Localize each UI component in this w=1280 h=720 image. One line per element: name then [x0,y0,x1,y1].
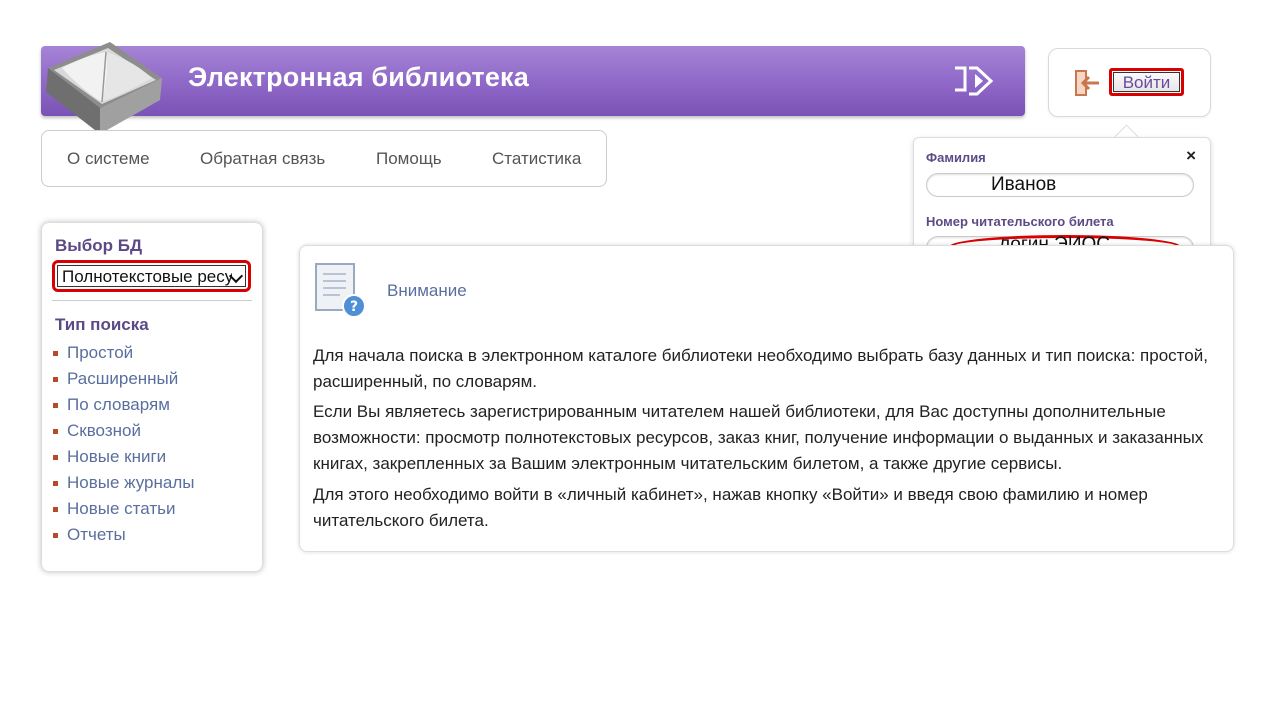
surname-label: Фамилия [926,150,986,165]
header-banner: Электронная библиотека [41,46,1025,116]
intro-paragraph-2: Если Вы являетесь зарегистрированным чит… [313,402,1204,473]
search-type-heading: Тип поиска [55,315,149,334]
divider [52,300,252,301]
surname-value: Иванов [991,174,1057,195]
site-title: Электронная библиотека [188,62,529,92]
book-icon [46,42,162,134]
ticket-label: Номер читательского билета [926,214,1114,229]
db-heading: Выбор БД [55,236,143,255]
nav-item-about[interactable]: О системе [67,149,150,169]
search-type-simple[interactable]: Простой [53,340,194,366]
intro-paragraph-1: Для начала поиска в электронном каталоге… [313,346,1208,391]
attention-title: Внимание [387,281,467,300]
search-type-dictionary[interactable]: По словарям [53,392,194,418]
close-icon[interactable]: × [1186,147,1196,164]
surname-input[interactable]: Иванов [926,173,1194,197]
login-box: Войти [1048,48,1211,117]
sidebar: Выбор БД Полнотекстовые ресурсы Тип поис… [41,222,263,572]
db-select-value: Полнотекстовые ресурсы [62,267,232,286]
nav-item-statistics[interactable]: Статистика [492,149,581,169]
search-type-new-journals[interactable]: Новые журналы [53,470,194,496]
login-door-icon [1075,70,1099,96]
library-logo-icon [955,66,994,96]
login-button[interactable]: Войти [1109,68,1184,96]
document-help-icon: ? [315,263,366,318]
search-type-crosscut[interactable]: Сквозной [53,418,194,444]
login-button-label: Войти [1113,72,1180,92]
content-panel: ? Внимание Для начала поиска в электронн… [299,245,1234,552]
search-type-new-books[interactable]: Новые книги [53,444,194,470]
nav-item-feedback[interactable]: Обратная связь [200,149,325,169]
search-type-list: Простой Расширенный По словарям Сквозной… [53,340,194,548]
intro-paragraph-3: Для этого необходимо войти в «личный каб… [313,485,1148,530]
svg-text:?: ? [350,299,358,315]
search-type-new-articles[interactable]: Новые статьи [53,496,194,522]
main-nav: О системе Обратная связь Помощь Статисти… [41,130,607,187]
search-type-reports[interactable]: Отчеты [53,522,194,548]
db-select[interactable]: Полнотекстовые ресурсы [52,260,251,292]
search-type-extended[interactable]: Расширенный [53,366,194,392]
nav-item-help[interactable]: Помощь [376,149,442,169]
db-select-field[interactable]: Полнотекстовые ресурсы [57,265,246,287]
